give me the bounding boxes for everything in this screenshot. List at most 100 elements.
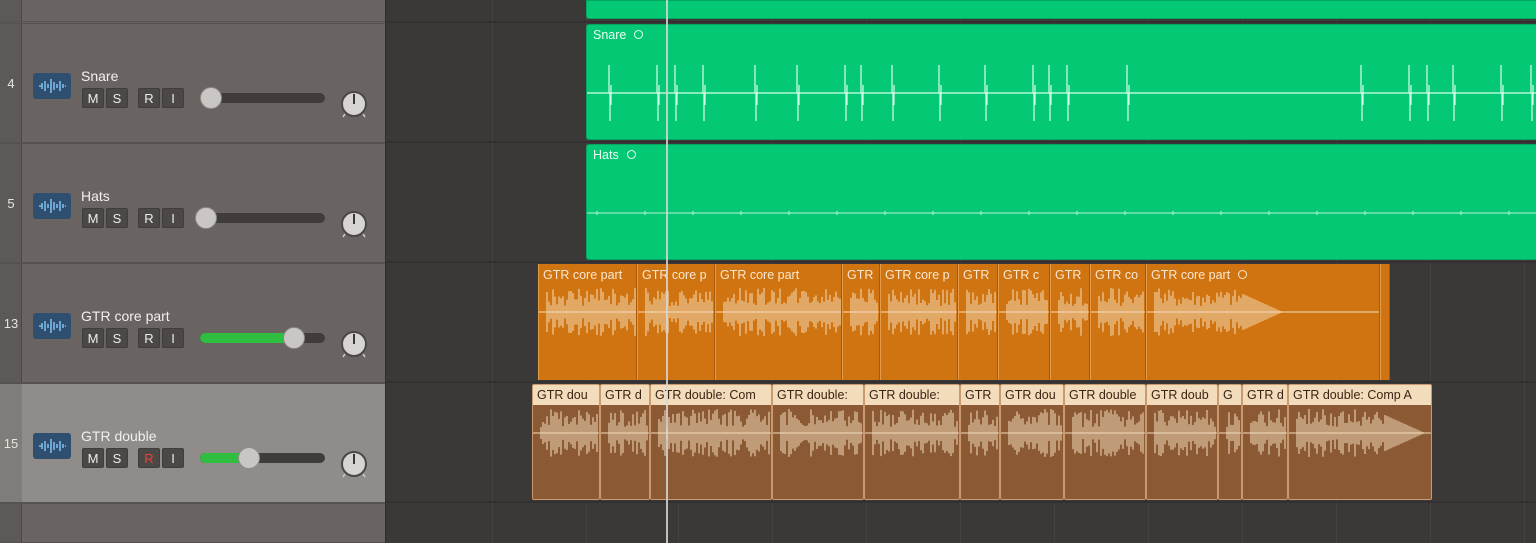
mute-button[interactable]: M: [82, 448, 104, 468]
record-enable-button[interactable]: R: [138, 448, 160, 468]
record-enable-button[interactable]: R: [138, 88, 160, 108]
solo-button[interactable]: S: [106, 448, 128, 468]
track-number: 15: [0, 384, 22, 502]
audio-region-gtr-double[interactable]: GTR dou: [1000, 384, 1064, 500]
region-label: GTR core part: [720, 268, 800, 282]
track-number: 4: [7, 75, 15, 91]
mute-button[interactable]: M: [82, 88, 104, 108]
region-label: GTR core p: [885, 268, 950, 282]
audio-region-gtr-core[interactable]: GTR core p: [880, 264, 958, 380]
region-label: GTR double:: [777, 388, 848, 402]
pan-knob-icon[interactable]: [338, 210, 370, 242]
audio-waveform-icon: [33, 73, 71, 99]
tracks-area[interactable]: Snare Hats GTR core part GTR core p GTR …: [386, 0, 1536, 543]
input-monitor-button[interactable]: I: [162, 448, 184, 468]
input-monitor-button[interactable]: I: [162, 328, 184, 348]
audio-region-gtr-core[interactable]: GTR core part: [1146, 264, 1380, 380]
audio-region-gtr-core[interactable]: [1380, 264, 1390, 380]
track-header-gtr-double[interactable]: 15 GTR double M S R I: [0, 383, 385, 503]
audio-region-gtr-double[interactable]: GTR dou: [532, 384, 600, 500]
audio-region-gtr-double[interactable]: G: [1218, 384, 1242, 500]
volume-fader[interactable]: [200, 333, 325, 343]
track-header-snare[interactable]: 4 Snare M S R I: [0, 23, 385, 143]
track-header-partial: [0, 0, 385, 22]
audio-region[interactable]: [586, 0, 1536, 19]
track-header-hats[interactable]: 5 Hats M S R I: [0, 143, 385, 263]
audio-region-gtr-double[interactable]: GTR double: [1064, 384, 1146, 500]
region-label: GTR double: Com: [655, 388, 756, 402]
track-name[interactable]: Hats: [81, 188, 110, 204]
input-monitor-button[interactable]: I: [162, 208, 184, 228]
mute-button[interactable]: M: [82, 328, 104, 348]
track-header-gtr-core-part[interactable]: 13 GTR core part M S R I: [0, 263, 385, 383]
audio-region-gtr-core[interactable]: GTR co: [1090, 264, 1146, 380]
waveform: [587, 65, 1536, 121]
volume-fader-fill: [200, 333, 294, 343]
audio-waveform-icon: [33, 193, 71, 219]
mute-button[interactable]: M: [82, 208, 104, 228]
waveform: [587, 211, 1536, 215]
audio-region-snare[interactable]: Snare: [586, 24, 1536, 140]
region-label: GTR: [965, 388, 992, 402]
audio-region-gtr-core[interactable]: GTR: [958, 264, 998, 380]
track-name[interactable]: GTR core part: [81, 308, 170, 324]
region-label: GTR: [963, 268, 990, 282]
audio-region-gtr-double[interactable]: GTR: [960, 384, 1000, 500]
audio-waveform-icon: [33, 433, 71, 459]
audio-region-gtr-double[interactable]: GTR d: [600, 384, 650, 500]
volume-fader-handle[interactable]: [237, 447, 260, 469]
volume-fader-handle[interactable]: [282, 327, 305, 349]
region-label: GTR: [1055, 268, 1082, 282]
loop-icon: [1238, 270, 1248, 280]
region-label: Snare: [593, 28, 644, 42]
audio-region-gtr-double[interactable]: GTR doub: [1146, 384, 1218, 500]
region-label: Hats: [593, 148, 636, 162]
audio-region-gtr-core[interactable]: GTR c: [998, 264, 1050, 380]
track-number: 5: [7, 195, 15, 211]
region-label: GTR d: [1247, 388, 1284, 402]
pan-knob-icon[interactable]: [338, 90, 370, 122]
track-name[interactable]: Snare: [81, 68, 118, 84]
audio-region-gtr-double[interactable]: GTR double:: [772, 384, 864, 500]
region-label: GTR co: [1095, 268, 1139, 282]
region-label: GTR: [847, 268, 874, 282]
audio-region-gtr-core[interactable]: GTR: [1050, 264, 1090, 380]
audio-region-gtr-core[interactable]: GTR: [842, 264, 880, 380]
audio-region-gtr-double[interactable]: GTR double:: [864, 384, 960, 500]
pan-knob-icon[interactable]: [338, 450, 370, 482]
pan-knob-icon[interactable]: [338, 330, 370, 362]
solo-button[interactable]: S: [106, 208, 128, 228]
loop-icon: [626, 150, 636, 160]
audio-region-gtr-double[interactable]: GTR double: Com: [650, 384, 772, 500]
volume-fader[interactable]: [200, 453, 325, 463]
region-label: GTR doub: [1151, 388, 1209, 402]
region-label: GTR double: [1069, 388, 1137, 402]
solo-button[interactable]: S: [106, 88, 128, 108]
region-label: GTR c: [1003, 268, 1040, 282]
volume-fader-handle[interactable]: [195, 207, 218, 229]
track-number: 13: [3, 315, 19, 331]
audio-region-gtr-core[interactable]: GTR core part: [715, 264, 842, 380]
loop-icon: [634, 30, 644, 40]
audio-region-gtr-core[interactable]: GTR core part: [538, 264, 637, 380]
volume-fader[interactable]: [200, 213, 325, 223]
solo-button[interactable]: S: [106, 328, 128, 348]
audio-region-gtr-double[interactable]: GTR d: [1242, 384, 1288, 500]
region-label: GTR core p: [642, 268, 707, 282]
region-label: GTR double: Comp A: [1293, 388, 1412, 402]
region-label: GTR core part: [1151, 268, 1248, 282]
track-name[interactable]: GTR double: [81, 428, 156, 444]
region-label: GTR dou: [537, 388, 588, 402]
playhead[interactable]: [666, 0, 668, 543]
audio-waveform-icon: [33, 313, 71, 339]
volume-fader-handle[interactable]: [200, 87, 223, 109]
region-label: GTR double:: [869, 388, 940, 402]
audio-region-gtr-double[interactable]: GTR double: Comp A: [1288, 384, 1432, 500]
region-label: GTR dou: [1005, 388, 1056, 402]
input-monitor-button[interactable]: I: [162, 88, 184, 108]
audio-region-gtr-core[interactable]: GTR core p: [637, 264, 715, 380]
record-enable-button[interactable]: R: [138, 328, 160, 348]
record-enable-button[interactable]: R: [138, 208, 160, 228]
audio-region-hats[interactable]: Hats: [586, 144, 1536, 260]
region-label: GTR core part: [543, 268, 623, 282]
